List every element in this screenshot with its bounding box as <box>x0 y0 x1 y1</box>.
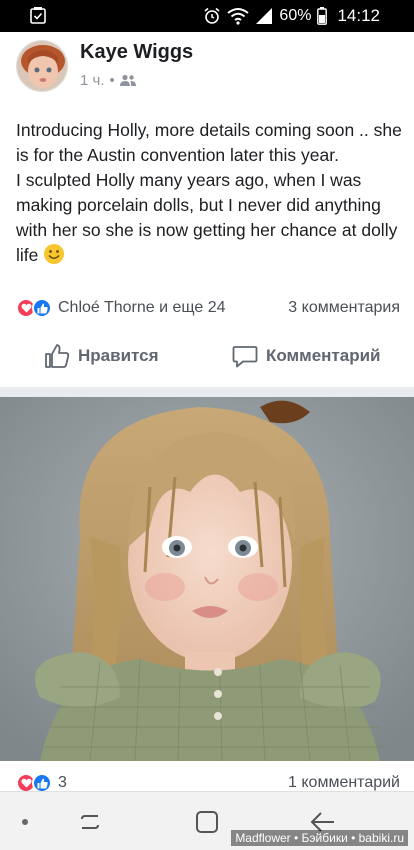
friends-audience-icon <box>119 74 136 86</box>
reaction-count[interactable]: 3 <box>58 774 67 792</box>
clock: 14:12 <box>337 6 380 25</box>
photo-footer: 3 1 комментарий <box>0 761 414 793</box>
post-text-line: Introducing Holly, more details coming s… <box>16 120 402 165</box>
post-meta: 1 ч. • <box>80 72 136 89</box>
post-time[interactable]: 1 ч. <box>80 72 105 89</box>
like-reaction-icon <box>32 773 52 793</box>
reaction-icons <box>16 298 52 318</box>
comments-count[interactable]: 3 комментария <box>288 299 400 317</box>
smiley-emoji-icon <box>44 244 65 264</box>
battery-percent: 60% <box>279 7 312 24</box>
like-label: Нравится <box>78 346 159 365</box>
battery-icon <box>317 7 328 25</box>
avatar[interactable] <box>16 40 68 92</box>
comment-button[interactable]: Комментарий <box>232 343 380 369</box>
nav-dot-icon[interactable] <box>22 819 28 825</box>
post-photo[interactable] <box>0 397 414 761</box>
android-nav-bar: Madflower • Бэйбики • babiki.ru <box>0 791 414 850</box>
watermark: Madflower • Бэйбики • babiki.ru <box>231 830 408 846</box>
like-reaction-icon <box>32 298 52 318</box>
thumbs-up-icon <box>45 344 70 368</box>
reaction-icons <box>16 773 52 793</box>
reactors-text[interactable]: Chloé Thorne и еще 24 <box>58 299 226 317</box>
alarm-icon <box>204 7 220 24</box>
post-text: Introducing Holly, more details coming s… <box>16 118 406 268</box>
post-card: Kaye Wiggs 1 ч. • Introducing Holly, mor… <box>0 32 414 387</box>
comment-bubble-icon <box>232 346 258 368</box>
post-text-line-with-emoji: I sculpted Holly many years ago, when I … <box>16 168 406 268</box>
status-bar: 60% 14:12 <box>0 0 414 32</box>
meta-separator: • <box>109 72 115 89</box>
avatar-image <box>17 41 67 91</box>
post-author[interactable]: Kaye Wiggs <box>80 41 193 64</box>
comment-label: Комментарий <box>266 346 381 365</box>
post-text-line: I sculpted Holly many years ago, when I … <box>16 170 398 265</box>
signal-icon <box>256 8 273 24</box>
photo-comments-count[interactable]: 1 комментарий <box>288 774 400 792</box>
recent-apps-icon[interactable] <box>78 810 102 834</box>
post-actions: Нравится Комментарий <box>0 332 414 384</box>
home-button-icon[interactable] <box>195 810 219 834</box>
doll-photo-image <box>0 397 414 761</box>
wifi-icon <box>227 8 250 25</box>
reaction-summary[interactable]: Chloé Thorne и еще 24 3 комментария <box>16 296 400 320</box>
like-button[interactable]: Нравится <box>44 343 159 369</box>
checkbox-notification-icon <box>30 7 46 24</box>
